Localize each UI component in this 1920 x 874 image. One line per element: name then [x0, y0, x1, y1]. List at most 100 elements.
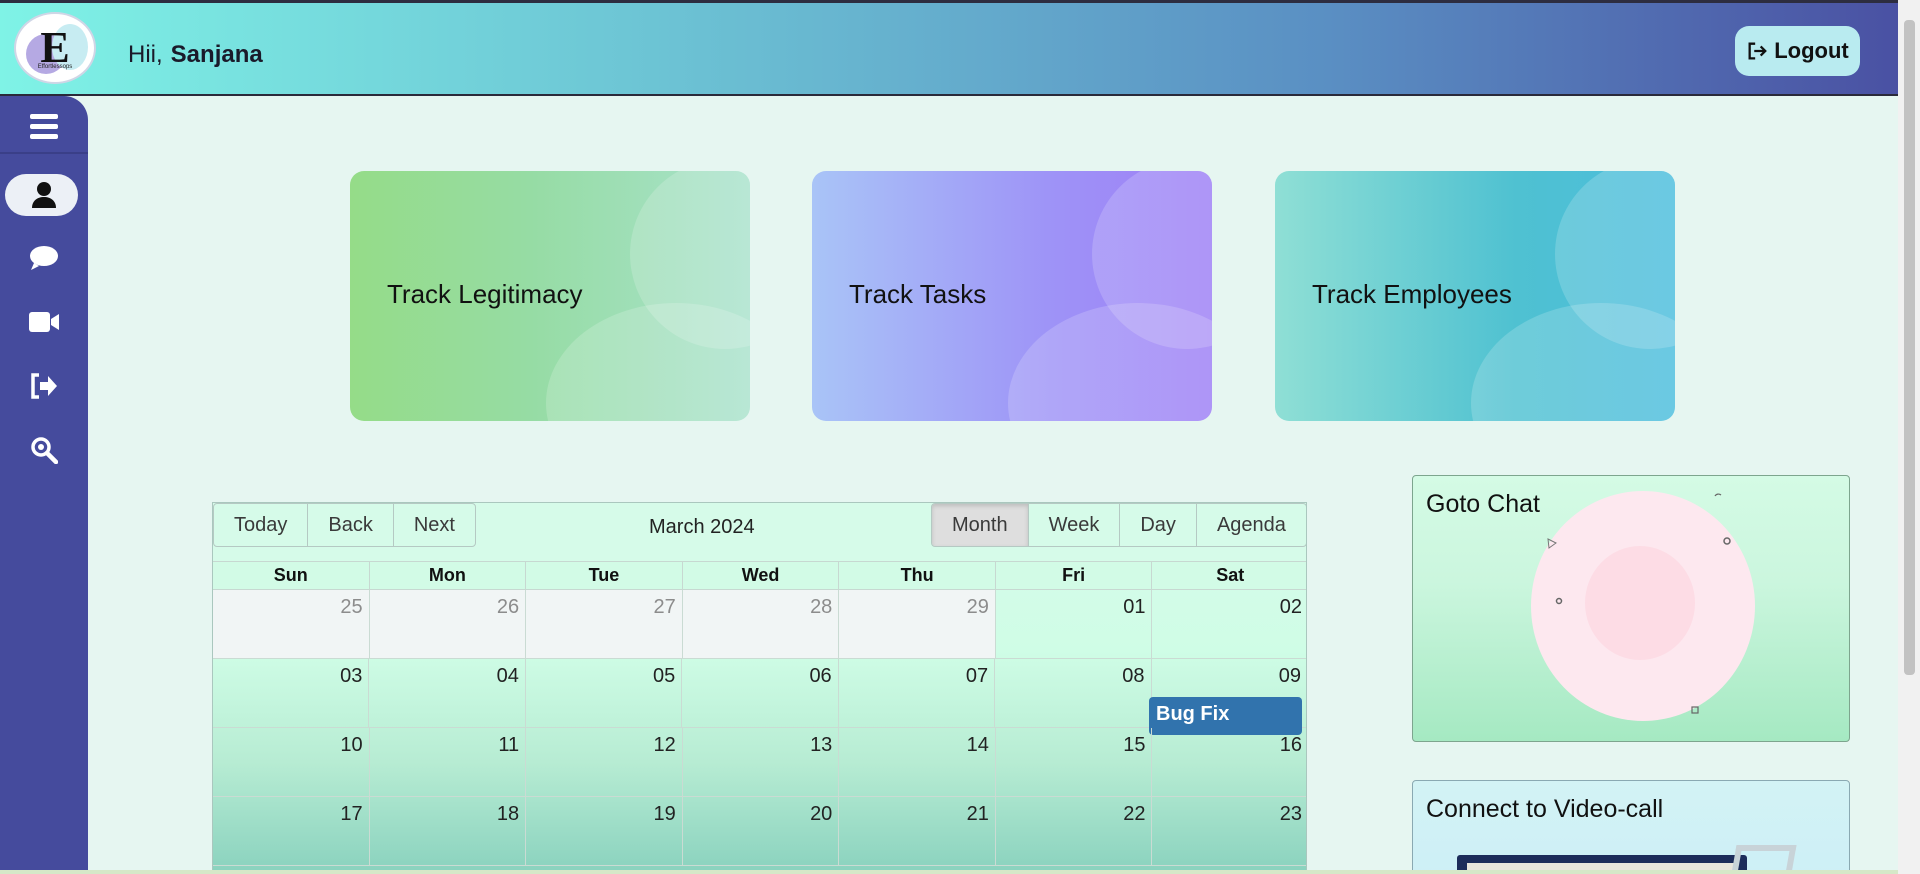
view-month-button[interactable]: Month [932, 504, 1029, 546]
calendar-day-cell[interactable]: 07 [839, 659, 996, 727]
next-button[interactable]: Next [394, 504, 475, 546]
calendar-day-cell[interactable]: 10 [213, 728, 370, 796]
day-number: 21 [966, 803, 989, 825]
day-number: 12 [653, 734, 676, 756]
menu-toggle[interactable] [0, 100, 88, 152]
calendar-day-cell[interactable]: 19 [526, 797, 683, 865]
day-number: 19 [653, 803, 676, 825]
card-decoration [1008, 303, 1212, 421]
sidebar-item-signout[interactable] [0, 360, 88, 412]
calendar-day-cell[interactable]: 20 [683, 797, 840, 865]
calendar-day-cell[interactable]: 01 [996, 590, 1153, 658]
calendar-day-cell[interactable]: 11 [370, 728, 527, 796]
day-number: 17 [340, 803, 363, 825]
dow-label: Sun [213, 562, 370, 589]
sidebar-divider [0, 152, 88, 154]
day-number: 25 [340, 596, 363, 618]
vertical-scrollbar[interactable] [1898, 0, 1920, 874]
back-button[interactable]: Back [308, 504, 394, 546]
day-number: 18 [496, 803, 520, 825]
calendar-day-cell[interactable]: 12 [526, 728, 683, 796]
sidebar-item-search[interactable] [0, 424, 88, 476]
sidebar-item-profile-icon-wrap[interactable] [0, 169, 88, 221]
view-week-button[interactable]: Week [1029, 504, 1121, 546]
day-number: 26 [496, 596, 520, 618]
day-number: 10 [340, 734, 363, 756]
logout-icon [1748, 42, 1768, 60]
day-number: 02 [1279, 596, 1303, 618]
bottom-edge [0, 870, 1898, 874]
track-legitimacy-card[interactable]: Track Legitimacy [350, 171, 750, 421]
day-number: 16 [1279, 734, 1303, 756]
track-tasks-card[interactable]: Track Tasks [812, 171, 1212, 421]
day-number: 08 [1122, 665, 1145, 687]
calendar-day-cell[interactable]: 18 [370, 797, 527, 865]
day-number: 06 [809, 665, 832, 687]
app-logo[interactable]: E Effortlessops [14, 12, 96, 84]
day-number: 01 [1123, 596, 1146, 618]
calendar-day-cell[interactable]: 15 [996, 728, 1153, 796]
calendar-day-cell[interactable]: 22 [996, 797, 1153, 865]
calendar-week: 03 04 05 06 07 08 09 Bug Fix [213, 659, 1306, 735]
day-number: 07 [965, 665, 989, 687]
calendar-day-cell[interactable]: 04 [369, 659, 526, 727]
day-number: 09 [1278, 665, 1301, 687]
day-number: 29 [966, 596, 989, 618]
top-header: E Effortlessops Hii, Sanjana Logout [0, 0, 1898, 96]
goto-chat-panel[interactable]: Goto Chat [1412, 475, 1850, 742]
calendar-day-cell[interactable]: 21 [839, 797, 996, 865]
logout-button[interactable]: Logout [1735, 26, 1860, 76]
card-label: Track Legitimacy [387, 279, 583, 309]
dow-label: Wed [683, 562, 840, 589]
profile-icon [32, 182, 56, 208]
calendar-day-cell[interactable]: 02 [1152, 590, 1306, 658]
today-button[interactable]: Today [214, 504, 309, 546]
sidebar-item-chat[interactable] [0, 232, 88, 284]
dow-label: Sat [1216, 565, 1245, 585]
calendar-day-cell[interactable]: 23 [1152, 797, 1306, 865]
card-label: Track Employees [1312, 279, 1512, 309]
calendar-day-cell[interactable]: 26 [369, 590, 527, 658]
day-number: 23 [1279, 803, 1303, 825]
calendar-day-cell[interactable]: 27 [526, 590, 683, 658]
calendar-view-group: Month Week Day Agenda [931, 503, 1306, 547]
calendar-week: 10 11 12 13 14 15 16 [213, 728, 1306, 797]
calendar-toolbar: Today Back Next March 2024 Month Week Da… [213, 503, 1306, 561]
calendar-day-cell[interactable]: 25 [213, 590, 370, 658]
calendar: Today Back Next March 2024 Month Week Da… [212, 502, 1307, 874]
sidebar-item-video[interactable] [0, 296, 88, 348]
signout-icon [31, 373, 57, 399]
calendar-day-cell[interactable]: 16 [1152, 728, 1306, 796]
calendar-day-cell[interactable]: 28 [682, 590, 840, 658]
dow-label: Thu [839, 562, 996, 589]
calendar-day-cell[interactable]: 06 [682, 659, 839, 727]
video-icon [29, 312, 59, 332]
view-day-button[interactable]: Day [1120, 504, 1197, 546]
scrollbar-thumb[interactable] [1904, 20, 1915, 675]
calendar-day-cell[interactable]: 05 [526, 659, 683, 727]
day-number: 22 [1123, 803, 1146, 825]
calendar-day-cell[interactable]: 13 [683, 728, 840, 796]
day-number: 04 [496, 665, 519, 687]
search-icon [31, 437, 58, 464]
calendar-day-cell[interactable]: 29 [839, 590, 996, 658]
calendar-weeks: 25 26 27 28 29 01 02 03 04 05 06 07 08 0… [213, 590, 1306, 866]
calendar-day-cell[interactable]: 14 [839, 728, 996, 796]
calendar-day-cell[interactable]: 08 [995, 659, 1152, 727]
day-number: 03 [340, 665, 363, 687]
calendar-week: 17 18 19 20 21 22 23 [213, 797, 1306, 866]
video-call-panel[interactable]: Connect to Video-call [1412, 780, 1850, 874]
sidebar [0, 96, 88, 874]
calendar-week: 25 26 27 28 29 01 02 [213, 590, 1306, 659]
logo-caption: Effortlessops [37, 64, 73, 70]
calendar-day-cell[interactable]: 17 [213, 797, 370, 865]
day-number: 11 [498, 734, 520, 756]
track-employees-card[interactable]: Track Employees [1275, 171, 1675, 421]
card-decoration [546, 303, 750, 421]
day-number: 13 [810, 734, 833, 756]
day-number: 05 [653, 665, 676, 687]
view-agenda-button[interactable]: Agenda [1197, 504, 1306, 546]
chat-icon [30, 246, 58, 270]
calendar-day-cell[interactable]: 03 [213, 659, 370, 727]
day-number: 20 [810, 803, 833, 825]
